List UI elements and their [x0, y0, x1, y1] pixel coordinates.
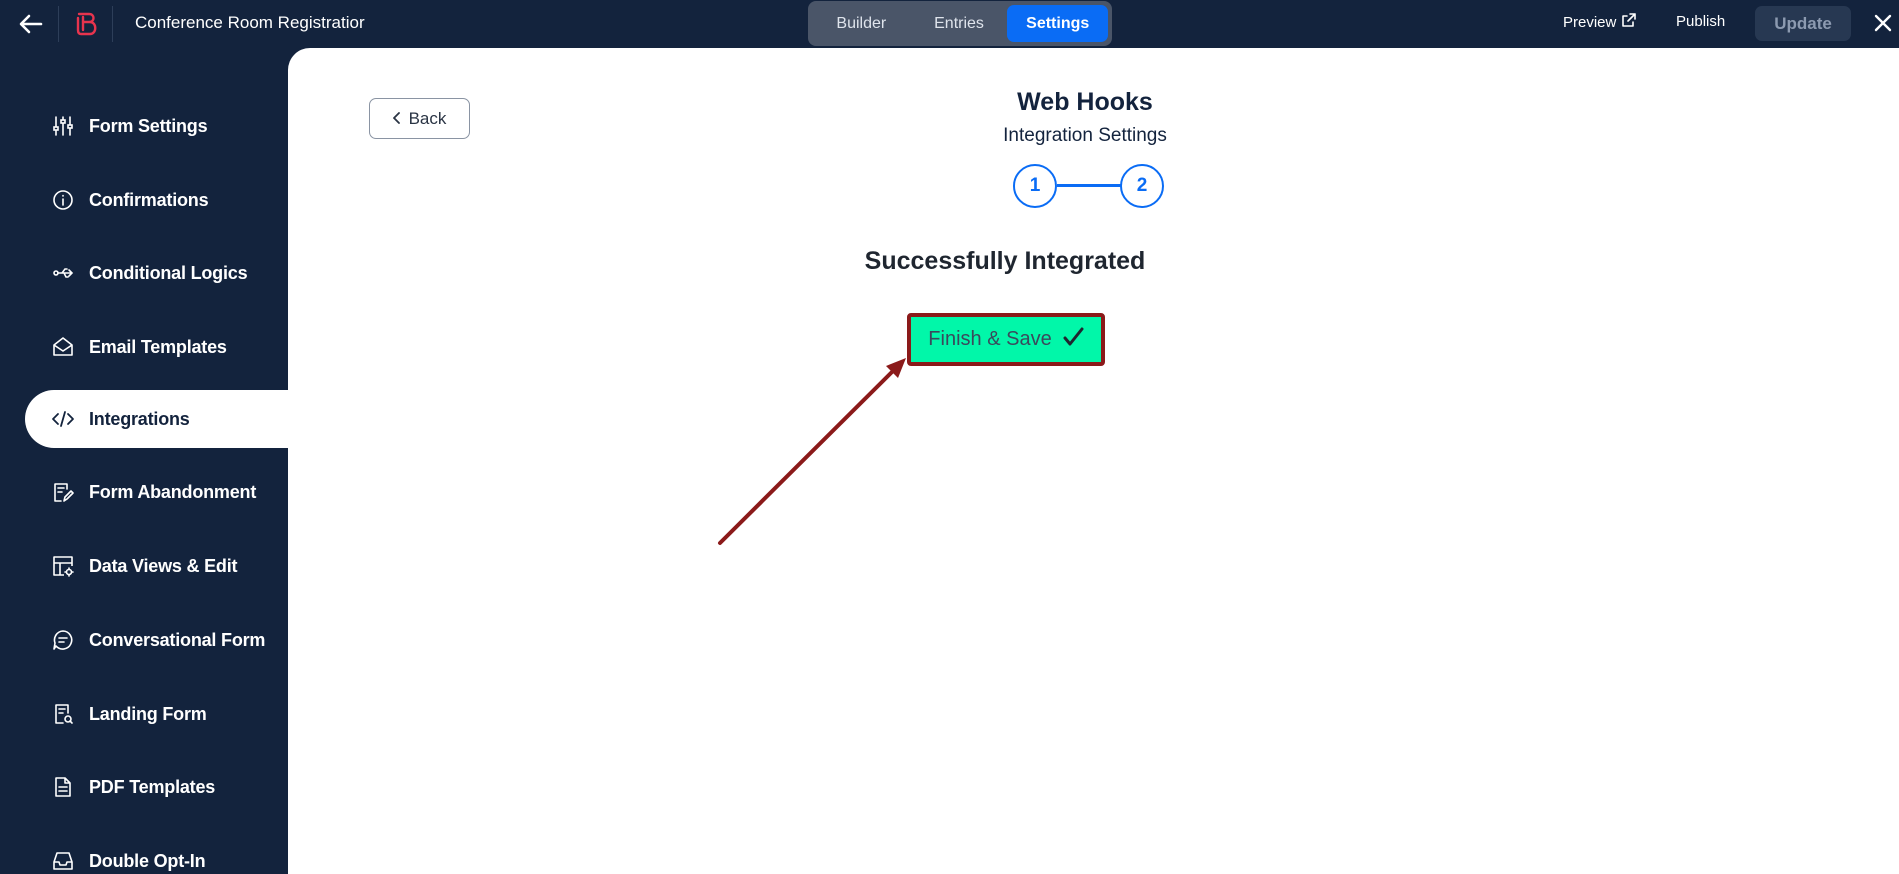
sidebar-item-label: Landing Form	[89, 703, 207, 724]
form-title: Conference Room Registratior	[135, 13, 365, 32]
pdf-icon	[51, 775, 75, 799]
sidebar-item-data-views-edit[interactable]: Data Views & Edit	[25, 537, 288, 595]
finish-save-label: Finish & Save	[928, 328, 1052, 350]
finish-save-button[interactable]: Finish & Save	[907, 313, 1105, 366]
sidebar-item-label: Form Settings	[89, 115, 208, 136]
page-title: Web Hooks	[1017, 88, 1153, 116]
info-icon	[51, 188, 75, 212]
inbox-icon	[51, 849, 75, 873]
checkmark-icon	[1062, 326, 1084, 354]
sidebar-item-label: Conversational Form	[89, 629, 266, 650]
main-content	[288, 48, 1899, 874]
sidebar-item-label: Double Opt-In	[89, 850, 206, 871]
preview-label: Preview	[1563, 13, 1617, 31]
top-divider	[112, 6, 113, 42]
sidebar-item-conversational-form[interactable]: Conversational Form	[25, 611, 288, 669]
view-tab-group: Builder Entries Settings	[808, 1, 1112, 46]
sidebar-item-form-abandonment[interactable]: Form Abandonment	[25, 463, 288, 521]
sliders-icon	[51, 114, 75, 138]
sidebar-item-form-settings[interactable]: Form Settings	[25, 97, 288, 155]
step-indicator-1: 1	[1013, 164, 1057, 208]
sidebar-item-landing-form[interactable]: Landing Form	[25, 685, 288, 743]
sidebar-item-conditional-logics[interactable]: Conditional Logics	[25, 244, 288, 302]
sidebar-item-pdf-templates[interactable]: PDF Templates	[25, 758, 288, 816]
sidebar-item-label: Integrations	[89, 408, 190, 429]
page-subtitle: Integration Settings	[1003, 125, 1167, 146]
preview-button[interactable]: Preview	[1563, 13, 1637, 31]
form-edit-icon	[51, 480, 75, 504]
top-bar: Conference Room Registratior Builder Ent…	[0, 0, 1899, 48]
top-divider	[58, 6, 59, 42]
sidebar-item-label: Data Views & Edit	[89, 555, 238, 576]
tab-settings[interactable]: Settings	[1007, 5, 1109, 42]
tab-builder[interactable]: Builder	[812, 5, 911, 42]
sidebar-item-label: Form Abandonment	[89, 481, 257, 502]
landing-page-icon	[51, 702, 75, 726]
sidebar-item-label: Email Templates	[89, 336, 227, 357]
update-button[interactable]: Update	[1755, 6, 1851, 41]
back-button[interactable]: Back	[369, 98, 470, 139]
back-label: Back	[408, 108, 447, 128]
sidebar-item-label: Conditional Logics	[89, 262, 248, 283]
sidebar-item-label: Confirmations	[89, 189, 209, 210]
table-gear-icon	[51, 554, 75, 578]
external-link-icon	[1622, 13, 1637, 31]
publish-button[interactable]: Publish	[1676, 13, 1725, 30]
logo-icon	[72, 10, 102, 38]
annotation-arrow-icon	[718, 358, 906, 545]
envelope-icon	[51, 335, 75, 359]
sidebar-item-double-opt-in[interactable]: Double Opt-In	[25, 832, 288, 874]
chevron-left-icon	[392, 109, 401, 129]
step-connector	[1057, 184, 1123, 187]
sidebar-item-confirmations[interactable]: Confirmations	[25, 171, 288, 229]
sidebar-item-label: PDF Templates	[89, 776, 216, 797]
back-arrow-icon[interactable]	[16, 10, 46, 38]
step-indicator-2: 2	[1120, 164, 1164, 208]
usb-icon	[51, 261, 75, 285]
code-icon	[51, 407, 75, 431]
close-icon[interactable]	[1872, 10, 1894, 36]
sidebar-item-integrations[interactable]: Integrations	[25, 390, 288, 448]
status-message: Successfully Integrated	[864, 247, 1146, 275]
sidebar-item-email-templates[interactable]: Email Templates	[25, 318, 288, 376]
tab-entries[interactable]: Entries	[913, 5, 1006, 42]
chat-icon	[51, 628, 75, 652]
